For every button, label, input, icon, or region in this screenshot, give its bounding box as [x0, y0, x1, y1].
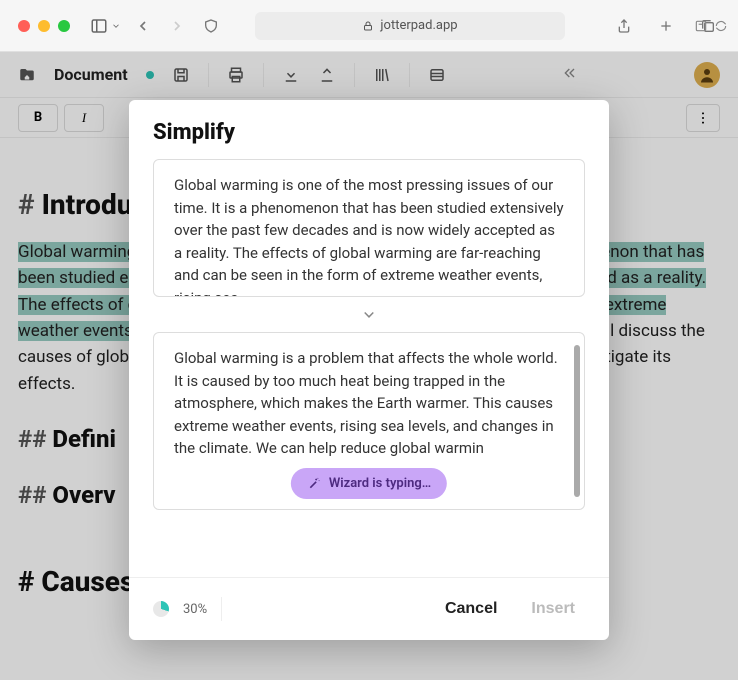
minimize-window-button[interactable]	[38, 20, 50, 32]
maximize-window-button[interactable]	[58, 20, 70, 32]
modal-footer: 30% Cancel Insert	[129, 577, 609, 640]
modal-header: Simplify	[129, 100, 609, 159]
lock-icon	[362, 20, 374, 32]
simplify-modal: Simplify Global warming is one of the mo…	[129, 100, 609, 640]
share-icon[interactable]	[612, 14, 636, 38]
forward-button[interactable]	[165, 14, 189, 38]
result-text-box[interactable]: Global warming is a problem that affects…	[153, 332, 585, 510]
source-text-box[interactable]: Global warming is one of the most pressi…	[153, 159, 585, 297]
cancel-button[interactable]: Cancel	[435, 594, 507, 624]
result-text: Global warming is a problem that affects…	[174, 349, 558, 457]
modal-overlay: Simplify Global warming is one of the mo…	[0, 52, 738, 680]
new-tab-icon[interactable]	[654, 14, 678, 38]
browser-chrome: jotterpad.app	[0, 0, 738, 52]
sidebar-toggle[interactable]	[90, 17, 121, 35]
credits-pie-icon	[153, 601, 169, 617]
reader-icon[interactable]	[694, 19, 708, 33]
back-button[interactable]	[131, 14, 155, 38]
url-text: jotterpad.app	[380, 18, 457, 33]
wand-icon	[307, 476, 321, 490]
reload-icon[interactable]	[714, 19, 728, 33]
credits-text: 30%	[183, 602, 207, 617]
window-controls	[18, 20, 70, 32]
wizard-typing-badge: Wizard is typing…	[291, 468, 447, 500]
insert-button[interactable]: Insert	[521, 594, 585, 624]
arrow-down-icon	[153, 297, 585, 332]
close-window-button[interactable]	[18, 20, 30, 32]
modal-title: Simplify	[153, 120, 585, 145]
shield-icon[interactable]	[199, 14, 223, 38]
address-bar[interactable]: jotterpad.app	[255, 12, 565, 40]
